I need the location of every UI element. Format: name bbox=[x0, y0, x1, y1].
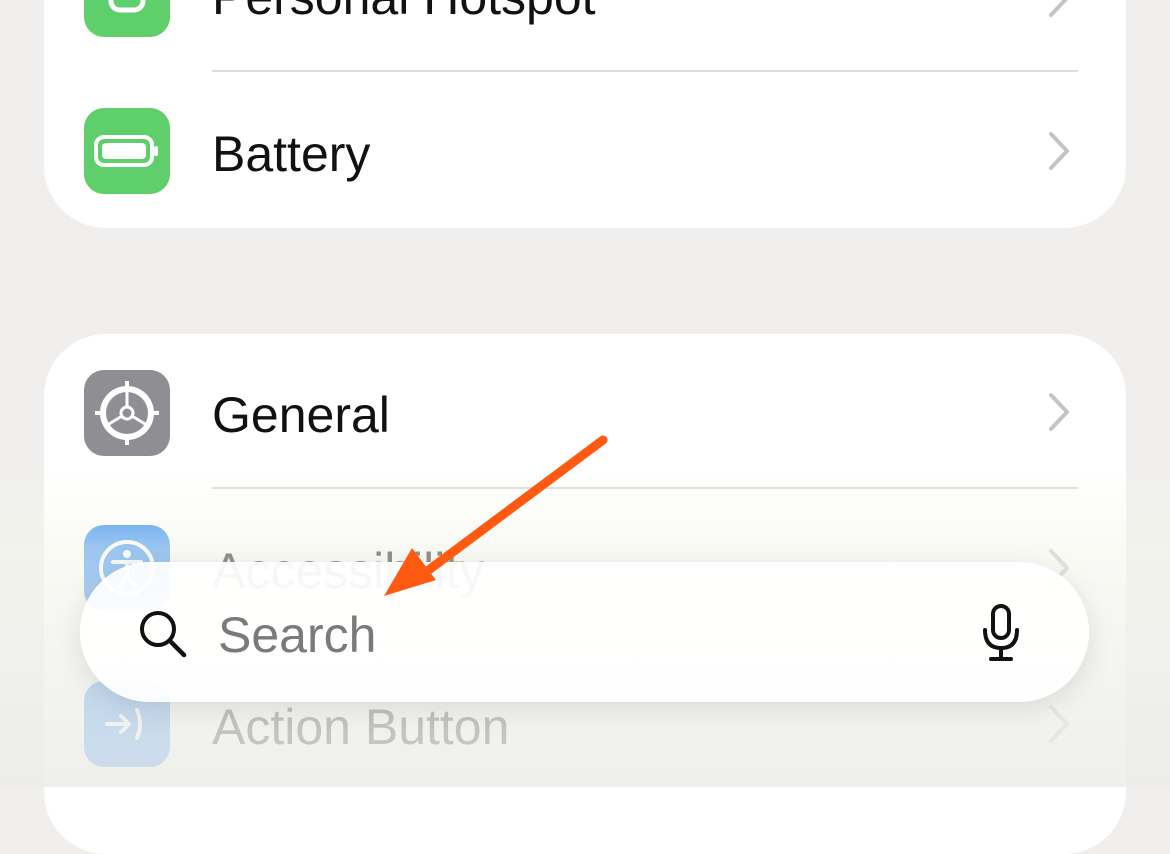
chevron-right-icon bbox=[1049, 0, 1068, 17]
divider bbox=[212, 70, 1078, 72]
chevron-right-icon bbox=[1049, 393, 1069, 431]
search-icon bbox=[140, 611, 187, 658]
chevron-right-icon bbox=[1049, 705, 1069, 743]
personal-hotspot-icon bbox=[84, 0, 170, 37]
settings-group-connectivity: Personal Hotspot Battery bbox=[44, 0, 1126, 228]
gear-icon bbox=[84, 370, 170, 456]
chevron-right-icon bbox=[1049, 132, 1069, 170]
settings-row-label: Battery bbox=[212, 126, 371, 182]
battery-icon bbox=[84, 108, 170, 194]
search-bar[interactable] bbox=[80, 562, 1089, 702]
divider bbox=[212, 487, 1078, 489]
settings-row-personal-hotspot[interactable]: Personal Hotspot bbox=[44, 0, 1126, 76]
microphone-icon[interactable] bbox=[978, 602, 1024, 664]
settings-row-general[interactable]: General bbox=[44, 334, 1126, 490]
settings-row-battery[interactable]: Battery bbox=[44, 73, 1126, 228]
search-input[interactable] bbox=[218, 606, 918, 664]
settings-row-label: Personal Hotspot bbox=[212, 0, 596, 26]
settings-row-label: General bbox=[212, 387, 390, 443]
settings-row-label: Action Button bbox=[212, 699, 510, 755]
